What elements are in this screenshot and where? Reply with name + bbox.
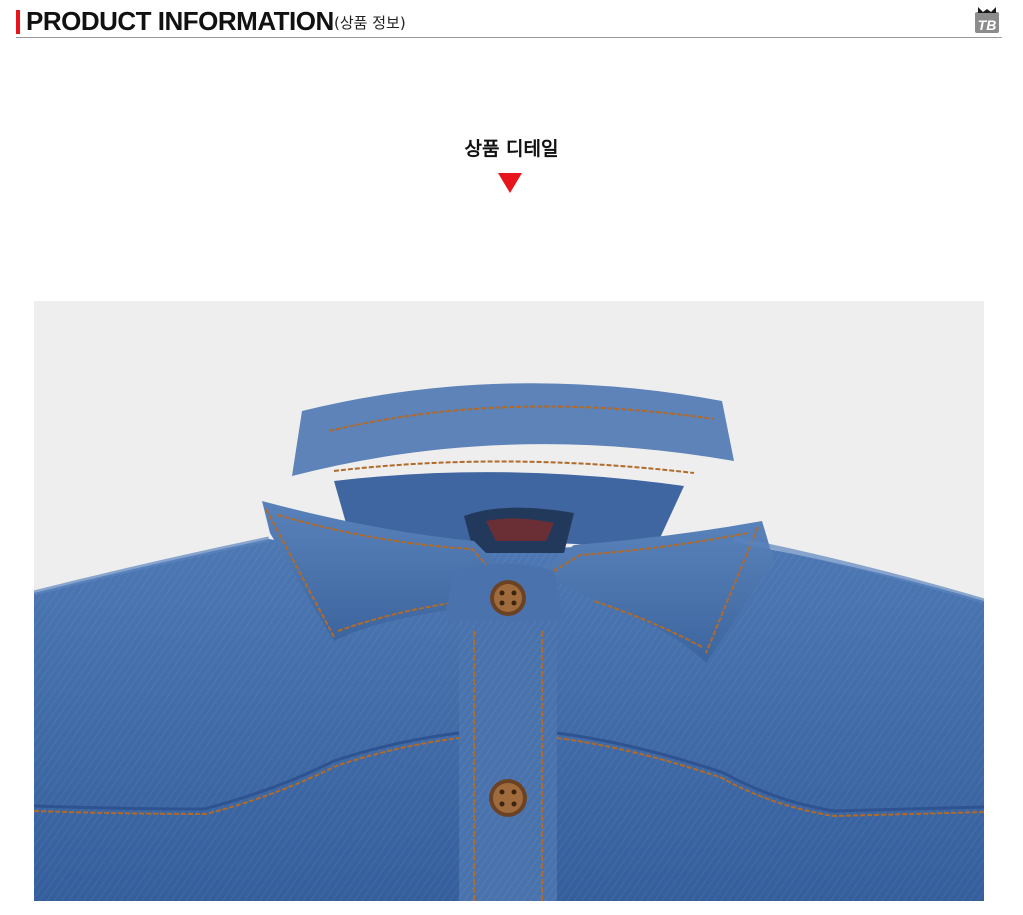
- product-detail-image: [34, 301, 984, 901]
- header-accent-bar: [16, 10, 20, 34]
- page-title: PRODUCT INFORMATION: [26, 6, 334, 36]
- page-subtitle: (상품 정보): [334, 14, 406, 32]
- section-header: PRODUCT INFORMATION (상품 정보) TB: [16, 6, 1002, 38]
- svg-text:TB: TB: [978, 17, 997, 33]
- tb-brand-logo-icon: TB: [974, 6, 1000, 34]
- section-heading: 상품 디테일: [464, 138, 559, 160]
- triangle-down-icon: [497, 172, 523, 194]
